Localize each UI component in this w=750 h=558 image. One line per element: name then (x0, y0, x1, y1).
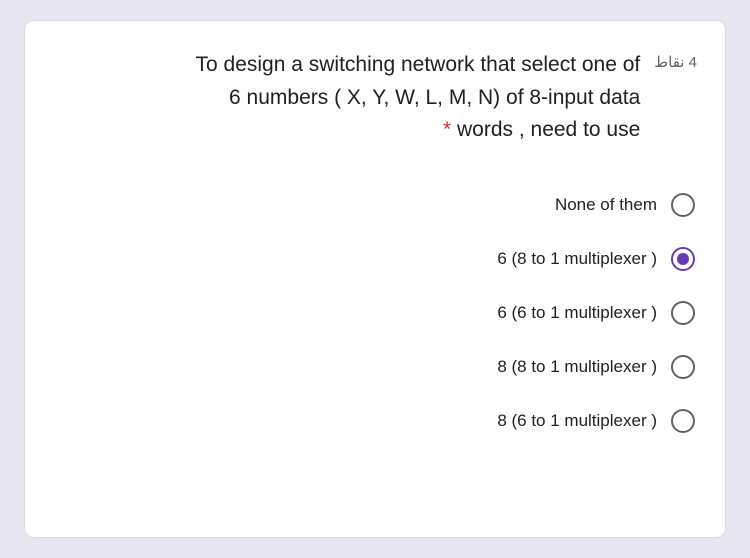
option-row[interactable]: 8 (6 to 1 multiplexer ) (53, 409, 697, 433)
question-text-line1: To design a switching network that selec… (196, 53, 641, 76)
option-row[interactable]: 6 (8 to 1 multiplexer ) (53, 247, 697, 271)
option-row[interactable]: 6 (6 to 1 multiplexer ) (53, 301, 697, 325)
question-header: 4 نقاط To design a switching network tha… (53, 49, 697, 147)
question-card: 4 نقاط To design a switching network tha… (24, 20, 726, 538)
question-text: To design a switching network that selec… (53, 49, 640, 147)
options-list: None of them 6 (8 to 1 multiplexer ) 6 (… (53, 193, 697, 433)
required-asterisk: * (443, 118, 451, 141)
option-label: 8 (8 to 1 multiplexer ) (497, 357, 657, 377)
question-text-line2: 6 numbers ( X, Y, W, L, M, N) of 8-input… (229, 86, 640, 109)
option-row[interactable]: 8 (8 to 1 multiplexer ) (53, 355, 697, 379)
radio-icon[interactable] (671, 301, 695, 325)
radio-icon[interactable] (671, 355, 695, 379)
question-text-line3: words , need to use (451, 118, 640, 141)
option-label: 6 (6 to 1 multiplexer ) (497, 303, 657, 323)
option-label: 6 (8 to 1 multiplexer ) (497, 249, 657, 269)
option-label: None of them (555, 195, 657, 215)
radio-icon[interactable] (671, 409, 695, 433)
option-row[interactable]: None of them (53, 193, 697, 217)
radio-icon[interactable] (671, 193, 695, 217)
option-label: 8 (6 to 1 multiplexer ) (497, 411, 657, 431)
radio-icon[interactable] (671, 247, 695, 271)
points-label: 4 نقاط (654, 49, 697, 71)
